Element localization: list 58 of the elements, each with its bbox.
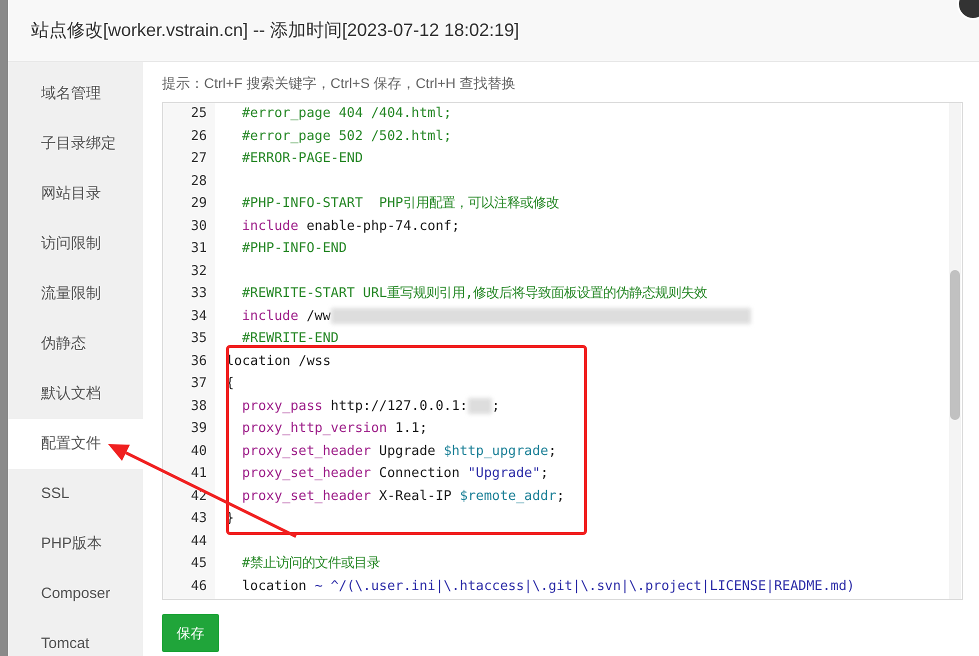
line-number: 43 xyxy=(190,510,208,528)
code-text: /ww xyxy=(305,308,331,324)
code-line: #PHP-INFO-START PHP引用配置，可以注释或修改 xyxy=(241,194,560,213)
sidebar-item[interactable]: Composer xyxy=(8,569,143,619)
line-number: 34 xyxy=(190,308,208,326)
dialog-title: 站点修改[worker.vstrain.cn] -- 添加时间[2023-07-12 18:02:19] xyxy=(31,19,520,42)
code-line: #禁止访问的文件或目录 xyxy=(241,554,380,573)
code-text: proxy_pass xyxy=(242,398,323,414)
sidebar-item[interactable]: 子目录绑定 xyxy=(8,119,143,169)
sidebar-item[interactable]: 域名管理 xyxy=(8,69,143,119)
line-number: 45 xyxy=(190,555,208,573)
line-number: 26 xyxy=(190,128,208,146)
code-text: http://127.0.0.1: xyxy=(330,398,468,414)
line-number: 38 xyxy=(190,398,208,416)
hint-text: 提示：Ctrl+F 搜索关键字，Ctrl+S 保存，Ctrl+H 查找替换 xyxy=(162,74,516,93)
line-number: 35 xyxy=(190,330,208,348)
line-number: 29 xyxy=(190,195,208,213)
code-line: #PHP-INFO-END xyxy=(241,240,347,258)
line-number: 28 xyxy=(190,172,208,190)
line-number: 44 xyxy=(190,532,208,550)
sidebar-item[interactable]: 访问限制 xyxy=(8,219,143,269)
code-line: proxy_set_header Connection "Upgrade"; xyxy=(241,465,548,483)
sidebar-item[interactable]: 流量限制 xyxy=(8,269,143,319)
line-number: 30 xyxy=(190,218,208,236)
line-number: 41 xyxy=(190,465,208,483)
scrollbar[interactable] xyxy=(949,103,961,599)
code-text: ; xyxy=(492,398,500,414)
line-number: 36 xyxy=(190,352,208,370)
line-number: 31 xyxy=(190,240,208,258)
line-number: 25 xyxy=(190,105,208,123)
sidebar-item[interactable]: 伪静态 xyxy=(8,319,143,369)
code-line: location ~ ^/(\.user.ini|\.htaccess|\.git|\.svn|\.project|LICENSE|README.md) xyxy=(241,578,855,596)
code-line: #REWRITE-END xyxy=(241,330,339,348)
line-number: 39 xyxy=(190,420,208,438)
redaction-blur xyxy=(468,398,492,414)
code-line: proxy_http_version 1.1; xyxy=(241,420,428,438)
code-line: include enable-php-74.conf; xyxy=(241,218,460,236)
code-text: include xyxy=(242,308,298,324)
line-number: 32 xyxy=(190,262,208,280)
code-line: #error_page 404 /404.html; xyxy=(241,105,452,123)
code-line: location /wss xyxy=(225,352,331,370)
code-line: proxy_set_header Upgrade $http_upgrade; xyxy=(241,442,556,460)
line-number: 37 xyxy=(190,375,208,393)
sidebar-item[interactable]: 默认文档 xyxy=(8,369,143,419)
sidebar-item[interactable]: 配置文件 xyxy=(8,419,143,469)
code-line: #ERROR-PAGE-END xyxy=(241,150,363,168)
sidebar-item[interactable]: SSL xyxy=(8,469,143,519)
code-line: proxy_set_header X-Real-IP $remote_addr; xyxy=(241,488,564,506)
line-number: 40 xyxy=(190,442,208,460)
sidebar-item[interactable]: PHP版本 xyxy=(8,519,143,569)
sidebar-item[interactable]: 网站目录 xyxy=(8,169,143,219)
line-number: 27 xyxy=(190,150,208,168)
line-number: 46 xyxy=(190,578,208,596)
code-editor[interactable] xyxy=(162,102,963,600)
line-number: 33 xyxy=(190,285,208,303)
sidebar-item[interactable]: Tomcat xyxy=(8,619,143,656)
code-line: #error_page 502 /502.html; xyxy=(241,128,452,146)
code-line: #REWRITE-START URL重写规则引用,修改后将导致面板设置的伪静态规则失效 xyxy=(241,284,708,303)
